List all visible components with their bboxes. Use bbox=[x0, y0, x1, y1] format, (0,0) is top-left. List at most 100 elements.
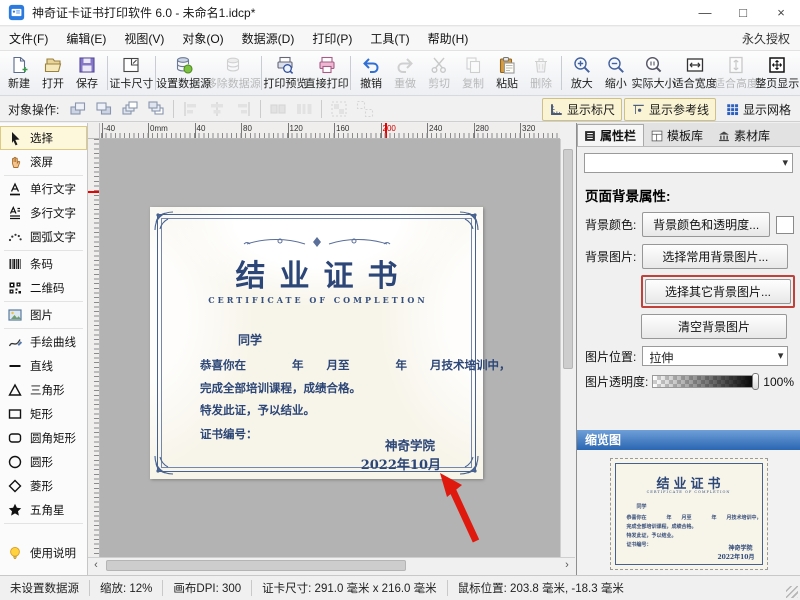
tool-freehand-curve[interactable]: 手绘曲线 bbox=[0, 330, 87, 354]
thumbnail-subtitle: CERTIFICATE OF COMPLETION bbox=[611, 490, 767, 494]
image-position-select[interactable]: 拉伸 ▾ bbox=[642, 346, 788, 366]
tab-template-library[interactable]: 模板库 bbox=[644, 124, 711, 146]
maximize-button[interactable]: □ bbox=[724, 0, 762, 25]
thumbnail-certificate[interactable]: 结业证书 CERTIFICATE OF COMPLETION 同学 恭喜你在 年… bbox=[610, 458, 768, 570]
vertical-scrollbar-thumb[interactable] bbox=[563, 149, 573, 369]
toggle-grid[interactable]: 显示网格 bbox=[718, 98, 798, 121]
save-button[interactable]: 保存 bbox=[70, 52, 104, 94]
set-datasource-button[interactable]: 设置数据源 bbox=[159, 52, 209, 94]
image-opacity-slider[interactable] bbox=[652, 375, 757, 388]
toggle-ruler[interactable]: 显示标尺 bbox=[542, 98, 622, 121]
right-panel: 属性栏模板库素材库 ▾ 页面背景属性: 背景颜色: 背景颜色和透明度... 背景… bbox=[576, 123, 800, 575]
thumbnail-line: 证书编号： bbox=[627, 541, 652, 548]
tool-image[interactable]: 图片 bbox=[0, 303, 87, 327]
paste-button[interactable]: 粘贴 bbox=[490, 52, 524, 94]
choose-other-bg-button[interactable]: 选择其它背景图片... bbox=[645, 279, 791, 304]
fit-width-button[interactable]: 适合宽度 bbox=[674, 52, 715, 94]
vertical-scrollbar[interactable] bbox=[560, 139, 575, 557]
tool-triangle[interactable]: 三角形 bbox=[0, 378, 87, 402]
print-preview-button[interactable]: 打印预览 bbox=[265, 52, 306, 94]
menu-item-视图V[interactable]: 视图(V) bbox=[115, 27, 173, 51]
menu-item-对象O[interactable]: 对象(O) bbox=[173, 27, 232, 51]
menu-item-编辑E[interactable]: 编辑(E) bbox=[57, 27, 115, 51]
menu-item-工具T[interactable]: 工具(T) bbox=[361, 27, 418, 51]
toolbar-button-label: 打印预览 bbox=[263, 75, 307, 91]
horizontal-scrollbar-thumb[interactable] bbox=[106, 560, 406, 571]
tool-single-line-text[interactable]: 单行文字 bbox=[0, 177, 87, 201]
tool-help-bulb[interactable]: 使用说明 bbox=[0, 541, 87, 565]
choose-common-bg-button[interactable]: 选择常用背景图片... bbox=[642, 244, 788, 269]
scroll-left-arrow[interactable]: ‹ bbox=[88, 558, 104, 573]
bg-color-swatch[interactable] bbox=[776, 216, 794, 234]
tab-properties[interactable]: 属性栏 bbox=[577, 124, 644, 146]
toolbar-button-label: 放大 bbox=[571, 75, 593, 91]
horizontal-ruler: -400mm4080120160200240280320360 bbox=[100, 123, 560, 139]
tool-arc-text[interactable]: 圆弧文字 bbox=[0, 225, 87, 249]
menu-item-帮助H[interactable]: 帮助(H) bbox=[419, 27, 478, 51]
menu-item-数据源D[interactable]: 数据源(D) bbox=[233, 27, 304, 51]
toolbar-separator bbox=[350, 56, 351, 90]
certificate-issuer: 神奇学院 bbox=[385, 435, 435, 454]
mouse-position-marker-v bbox=[88, 191, 100, 193]
tool-pan-hand[interactable]: 滚屏 bbox=[0, 150, 87, 174]
zoom-in-button[interactable]: 放大 bbox=[565, 52, 599, 94]
card-size-button[interactable]: 证卡尺寸 bbox=[111, 52, 152, 94]
direct-print-button[interactable]: 直接打印 bbox=[306, 52, 347, 94]
toolbox-separator bbox=[4, 523, 83, 524]
clear-bg-button[interactable]: 清空背景图片 bbox=[641, 314, 787, 339]
toolbar-button-label: 复制 bbox=[462, 75, 484, 91]
toolbox-separator bbox=[4, 250, 83, 251]
resize-grip[interactable] bbox=[786, 586, 798, 598]
tool-diamond[interactable]: 菱形 bbox=[0, 474, 87, 498]
toolbar-button-label: 移除数据源 bbox=[206, 75, 261, 91]
ruler-label: 160 bbox=[336, 124, 349, 133]
scroll-right-arrow[interactable]: › bbox=[559, 558, 575, 573]
tool-select-cursor[interactable]: 选择 bbox=[0, 126, 87, 150]
ruler-tick bbox=[195, 123, 196, 139]
objectbar-separator bbox=[321, 100, 322, 118]
thumbnail-issuer: 神奇学院 bbox=[728, 543, 752, 552]
bring-forward-icon[interactable] bbox=[68, 99, 88, 119]
opacity-slider-handle[interactable] bbox=[752, 373, 759, 390]
cut-button: 剪切 bbox=[422, 52, 456, 94]
toolbar-button-label: 新建 bbox=[8, 75, 30, 91]
object-selector-dropdown[interactable]: ▾ bbox=[584, 153, 793, 173]
flourish-ornament-icon bbox=[242, 235, 392, 251]
tool-rectangle[interactable]: 矩形 bbox=[0, 402, 87, 426]
toggle-guides[interactable]: 显示参考线 bbox=[624, 98, 716, 121]
tool-label: 直线 bbox=[30, 358, 53, 374]
tab-label: 属性栏 bbox=[600, 127, 636, 144]
bring-to-front-icon[interactable] bbox=[120, 99, 140, 119]
horizontal-scrollbar[interactable]: ‹ › bbox=[88, 557, 575, 573]
menu-item-文件F[interactable]: 文件(F) bbox=[0, 27, 57, 51]
vertical-ruler bbox=[88, 139, 100, 557]
new-file-button[interactable]: 新建 bbox=[2, 52, 36, 94]
fit-page-button[interactable]: 整页显示 bbox=[757, 52, 798, 94]
tool-line[interactable]: 直线 bbox=[0, 354, 87, 378]
tab-material-library[interactable]: 素材库 bbox=[711, 124, 778, 146]
toolbox: 选择滚屏单行文字多行文字圆弧文字条码二维码图片手绘曲线直线三角形矩形圆角矩形圆形… bbox=[0, 123, 88, 575]
tool-barcode[interactable]: 条码 bbox=[0, 252, 87, 276]
tool-star[interactable]: 五角星 bbox=[0, 498, 87, 522]
tool-circle[interactable]: 圆形 bbox=[0, 450, 87, 474]
certificate-page[interactable]: 结业证书 CERTIFICATE OF COMPLETION 同学 恭喜你在 年… bbox=[150, 207, 483, 479]
send-to-back-icon[interactable] bbox=[146, 99, 166, 119]
send-backward-icon[interactable] bbox=[94, 99, 114, 119]
minimize-button[interactable]: — bbox=[686, 0, 724, 25]
ruler-tick bbox=[241, 123, 242, 139]
undo-button[interactable]: 撤销 bbox=[354, 52, 388, 94]
tool-rounded-rect[interactable]: 圆角矩形 bbox=[0, 426, 87, 450]
remove-datasource-icon bbox=[223, 55, 243, 75]
actual-size-button[interactable]: 实际大小 bbox=[633, 52, 674, 94]
toolbox-separator bbox=[4, 301, 83, 302]
design-canvas[interactable]: 结业证书 CERTIFICATE OF COMPLETION 同学 恭喜你在 年… bbox=[100, 139, 560, 557]
close-button[interactable]: × bbox=[762, 0, 800, 25]
tool-qrcode[interactable]: 二维码 bbox=[0, 276, 87, 300]
bg-color-button[interactable]: 背景颜色和透明度... bbox=[642, 212, 770, 237]
ruler-tick bbox=[148, 123, 149, 139]
menu-item-打印P[interactable]: 打印(P) bbox=[303, 27, 361, 51]
zoom-out-button[interactable]: 缩小 bbox=[599, 52, 633, 94]
tool-multi-line-text[interactable]: 多行文字 bbox=[0, 201, 87, 225]
redo-button: 重做 bbox=[388, 52, 422, 94]
open-file-button[interactable]: 打开 bbox=[36, 52, 70, 94]
